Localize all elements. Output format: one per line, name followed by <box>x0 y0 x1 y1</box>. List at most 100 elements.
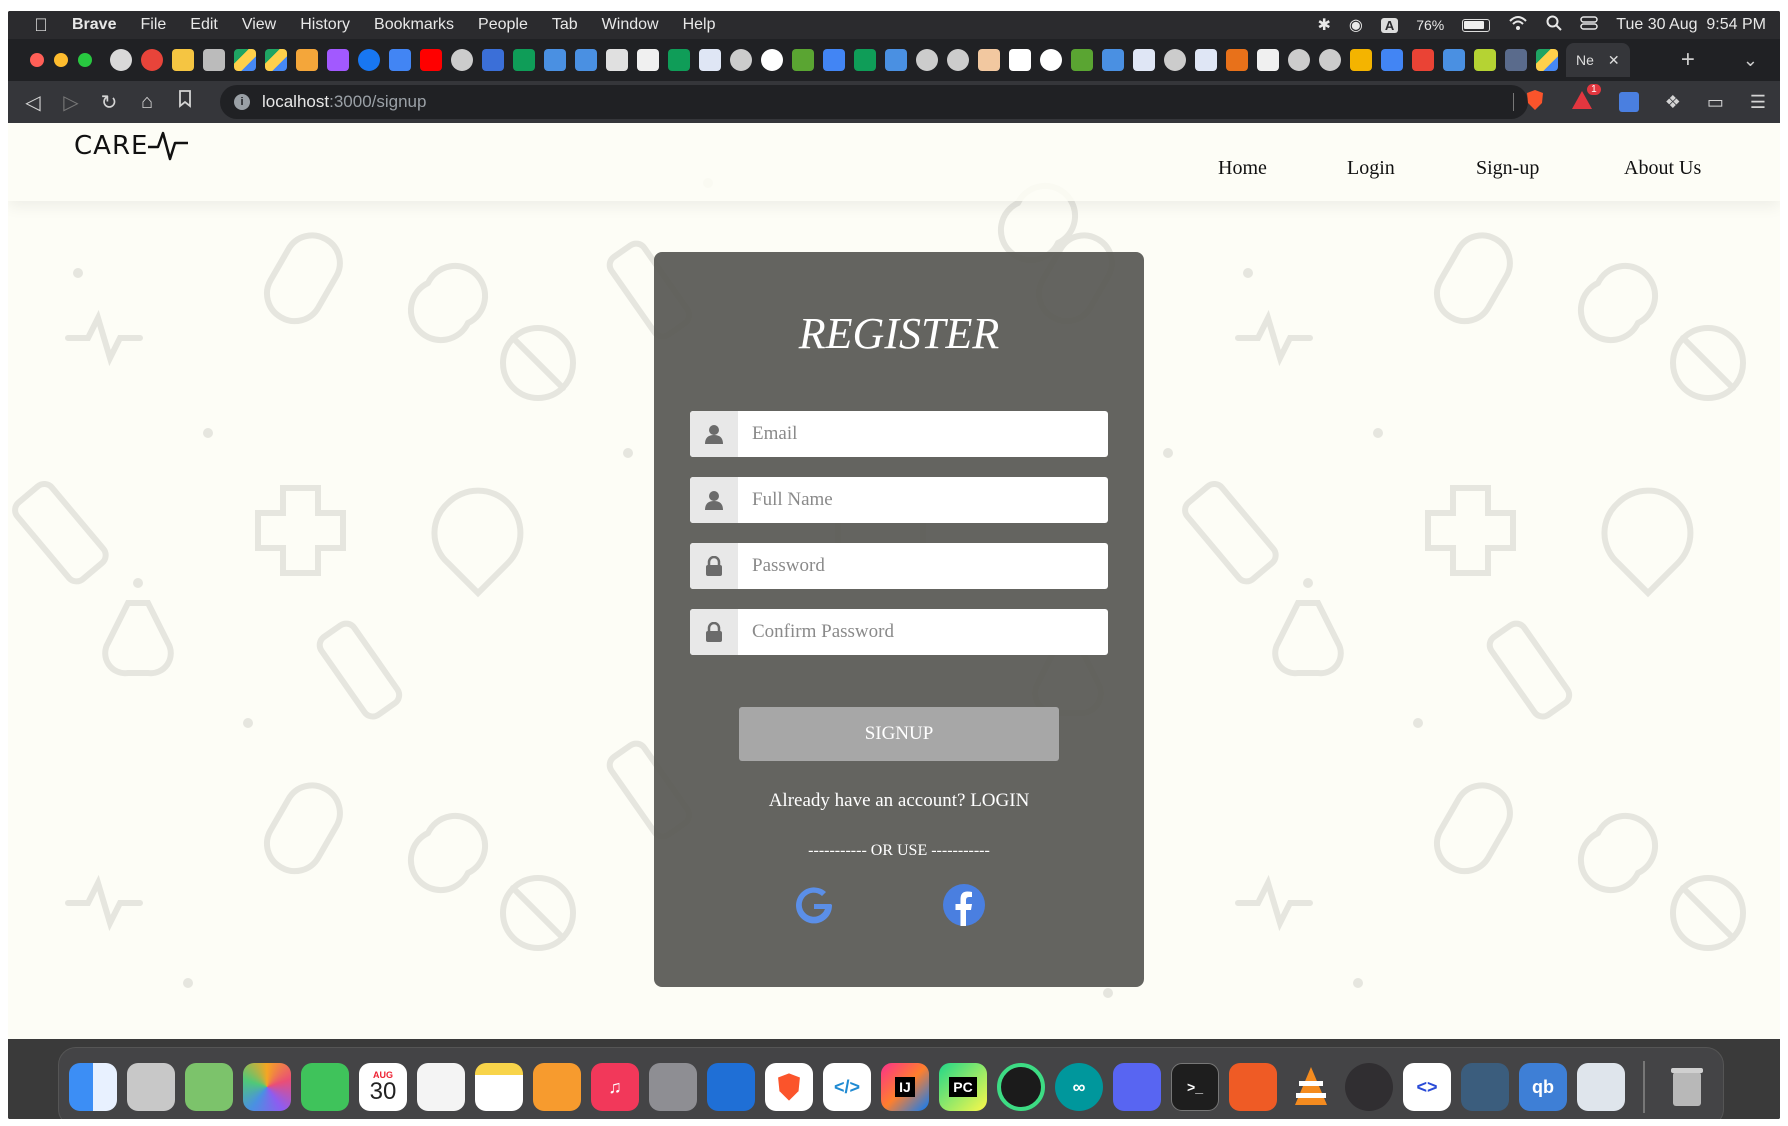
keyboard-input-icon[interactable]: A <box>1380 17 1399 33</box>
menu-tab[interactable]: Tab <box>540 16 590 34</box>
maps-icon[interactable] <box>185 1063 233 1111</box>
tab-favicon[interactable] <box>1536 49 1558 71</box>
tab-favicon[interactable] <box>885 49 907 71</box>
confirm-password-input[interactable] <box>738 609 1108 655</box>
tab-favicon[interactable] <box>544 49 566 71</box>
new-tab-icon[interactable]: + <box>1681 46 1695 74</box>
tab-favicon[interactable] <box>1319 49 1341 71</box>
arduino-icon[interactable]: ∞ <box>1055 1063 1103 1111</box>
nav-login-link[interactable]: Login <box>1347 157 1395 180</box>
tab-search-chevron-icon[interactable]: ⌄ <box>1743 50 1758 71</box>
extensions-icon[interactable]: ❖ <box>1665 92 1681 113</box>
facetime-icon[interactable] <box>301 1063 349 1111</box>
menu-view[interactable]: View <box>230 16 288 34</box>
pycharm-icon[interactable]: PC <box>939 1063 987 1111</box>
nav-signup-link[interactable]: Sign-up <box>1476 157 1539 180</box>
tab-favicon[interactable] <box>296 49 318 71</box>
tab-favicon[interactable] <box>637 49 659 71</box>
nav-home-link[interactable]: Home <box>1218 157 1267 180</box>
android-studio-icon[interactable] <box>997 1063 1045 1111</box>
tab-favicon[interactable] <box>513 49 535 71</box>
tab-favicon[interactable] <box>792 49 814 71</box>
tab-favicon[interactable] <box>575 49 597 71</box>
back-icon[interactable]: ◁ <box>14 90 52 115</box>
menu-history[interactable]: History <box>288 16 362 34</box>
notes-icon[interactable] <box>475 1063 523 1111</box>
email-input[interactable] <box>738 411 1108 457</box>
tab-favicon[interactable] <box>854 49 876 71</box>
site-info-icon[interactable]: i <box>234 94 250 110</box>
qbittorrent-icon[interactable]: qb <box>1519 1063 1567 1111</box>
menu-edit[interactable]: Edit <box>178 16 230 34</box>
obs-icon[interactable] <box>1345 1063 1393 1111</box>
mysql-workbench-icon[interactable] <box>1461 1063 1509 1111</box>
tab-favicon[interactable] <box>761 49 783 71</box>
tab-favicon[interactable] <box>606 49 628 71</box>
tab-favicon[interactable] <box>1164 49 1186 71</box>
nav-about-link[interactable]: About Us <box>1624 157 1701 180</box>
menubar-clock[interactable]: Tue 30 Aug 9:54 PM <box>1616 16 1766 34</box>
bookmark-icon[interactable] <box>166 90 204 114</box>
tab-favicon[interactable] <box>1288 49 1310 71</box>
menu-file[interactable]: File <box>128 16 178 34</box>
tab-favicon[interactable] <box>234 49 256 71</box>
tab-favicon[interactable] <box>823 49 845 71</box>
tab-favicon[interactable] <box>1226 49 1248 71</box>
wifi-icon[interactable] <box>1508 15 1528 36</box>
care-logo[interactable]: CARE <box>74 129 189 163</box>
tab-favicon[interactable] <box>947 49 969 71</box>
screen-record-icon[interactable]: ◉ <box>1349 15 1363 35</box>
brave-rewards-icon[interactable]: 1 <box>1571 83 1601 115</box>
calendar-icon[interactable]: AUG 30 <box>359 1063 407 1111</box>
bluetooth-icon[interactable]: ✱ <box>1317 15 1330 35</box>
tab-favicon[interactable] <box>1009 49 1031 71</box>
menu-help[interactable]: Help <box>671 16 728 34</box>
tab-favicon[interactable] <box>172 49 194 71</box>
tab-favicon[interactable] <box>1412 49 1434 71</box>
tab-favicon[interactable] <box>451 49 473 71</box>
forward-icon[interactable]: ▷ <box>52 90 90 115</box>
wallet-icon[interactable]: ▭ <box>1707 92 1724 113</box>
tab-favicon[interactable] <box>203 49 225 71</box>
signup-button[interactable]: SIGNUP <box>739 707 1059 761</box>
tab-favicon[interactable] <box>978 49 1000 71</box>
terminal-icon[interactable]: >_ <box>1171 1063 1219 1111</box>
menu-bookmarks[interactable]: Bookmarks <box>362 16 466 34</box>
tab-favicon[interactable] <box>1505 49 1527 71</box>
tab-favicon[interactable] <box>482 49 504 71</box>
close-tab-icon[interactable]: ✕ <box>1608 52 1620 69</box>
code-editor-icon[interactable]: <> <box>1403 1063 1451 1111</box>
menu-window[interactable]: Window <box>590 16 671 34</box>
postman-icon[interactable] <box>1229 1063 1277 1111</box>
brave-icon[interactable] <box>765 1063 813 1111</box>
trash-icon[interactable] <box>1663 1063 1711 1111</box>
menu-app-name[interactable]: Brave <box>60 16 128 34</box>
tab-favicon[interactable] <box>1040 49 1062 71</box>
tab-favicon[interactable] <box>1350 49 1372 71</box>
zoom-window-icon[interactable] <box>78 53 92 67</box>
battery-icon[interactable] <box>1462 18 1491 32</box>
translate-icon[interactable] <box>1618 92 1639 112</box>
tab-favicon[interactable] <box>1381 49 1403 71</box>
tab-favicon[interactable] <box>1133 49 1155 71</box>
tab-favicon[interactable] <box>389 49 411 71</box>
menu-people[interactable]: People <box>466 16 540 34</box>
tab-favicon[interactable] <box>1071 49 1093 71</box>
reload-icon[interactable]: ↻ <box>90 90 128 115</box>
trello-icon[interactable] <box>707 1063 755 1111</box>
apple-icon[interactable]:  <box>22 15 60 36</box>
photos-icon[interactable] <box>243 1063 291 1111</box>
tab-favicon[interactable] <box>699 49 721 71</box>
address-bar[interactable]: i localhost:3000/signup <box>220 85 1528 119</box>
reminders-icon[interactable] <box>417 1063 465 1111</box>
finder-icon[interactable] <box>69 1063 117 1111</box>
control-center-icon[interactable] <box>1580 15 1599 36</box>
tab-favicon[interactable] <box>420 49 442 71</box>
tab-favicon[interactable] <box>1102 49 1124 71</box>
preview-icon[interactable] <box>1577 1063 1625 1111</box>
close-window-icon[interactable] <box>30 53 44 67</box>
minimize-window-icon[interactable] <box>54 53 68 67</box>
tab-favicon[interactable] <box>1257 49 1279 71</box>
tab-favicon[interactable] <box>110 49 132 71</box>
tab-favicon[interactable] <box>327 49 349 71</box>
